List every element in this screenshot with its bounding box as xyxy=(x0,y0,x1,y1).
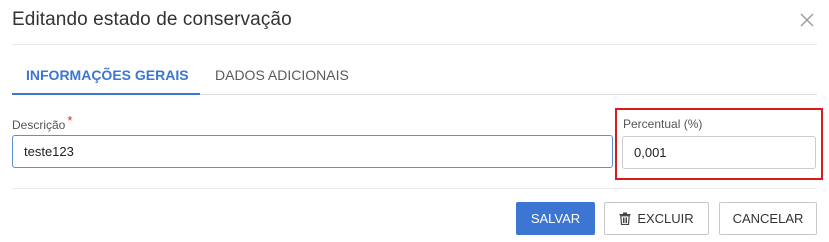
dialog-header: Editando estado de conservação xyxy=(0,0,829,44)
active-tab-indicator xyxy=(12,93,200,95)
description-label-text: Descrição xyxy=(12,118,66,132)
footer-divider xyxy=(12,188,817,189)
percentage-label: Percentual (%) xyxy=(623,117,703,131)
tab-informacoes-gerais[interactable]: INFORMAÇÕES GERAIS xyxy=(26,67,189,83)
tab-dados-adicionais[interactable]: DADOS ADICIONAIS xyxy=(215,67,349,83)
trash-icon xyxy=(619,212,631,225)
required-marker: * xyxy=(67,113,73,128)
delete-button[interactable]: EXCLUIR xyxy=(604,202,709,235)
save-button[interactable]: SALVAR xyxy=(516,202,595,235)
delete-button-label: EXCLUIR xyxy=(637,211,694,226)
description-label: Descrição * xyxy=(12,113,72,132)
close-icon[interactable] xyxy=(798,11,816,29)
cancel-button[interactable]: CANCELAR xyxy=(719,202,817,235)
header-divider xyxy=(12,44,817,45)
save-button-label: SALVAR xyxy=(530,211,581,226)
edit-dialog: Editando estado de conservação INFORMAÇÕ… xyxy=(0,0,829,242)
tab-bar: INFORMAÇÕES GERAIS DADOS ADICIONAIS xyxy=(12,56,817,95)
dialog-title: Editando estado de conservação xyxy=(12,9,292,30)
percentage-input[interactable] xyxy=(622,136,816,169)
description-input[interactable] xyxy=(12,135,613,168)
cancel-button-label: CANCELAR xyxy=(732,211,804,226)
